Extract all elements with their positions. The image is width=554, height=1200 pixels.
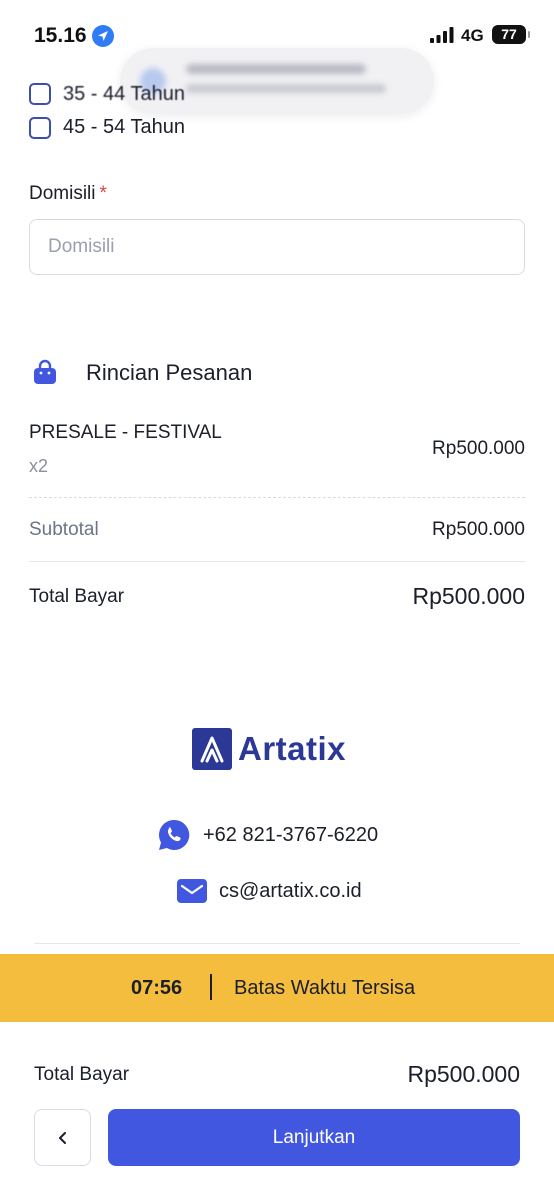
artatix-logo-icon	[192, 728, 232, 770]
signal-icon	[430, 27, 454, 43]
location-arrow-icon	[92, 25, 114, 47]
whatsapp-icon	[158, 819, 190, 850]
battery-icon: 77	[492, 25, 530, 44]
divider	[29, 497, 525, 498]
checkbox[interactable]	[29, 116, 51, 139]
notification-body	[186, 84, 386, 93]
bottom-total-label: Total Bayar	[34, 1064, 130, 1085]
order-item-price: Rp500.000	[432, 438, 525, 459]
total-label: Total Bayar	[29, 586, 125, 607]
checkbox[interactable]	[29, 83, 51, 105]
divider	[29, 561, 525, 562]
contact-phone-number: +62 821-3767-6220	[203, 823, 379, 846]
countdown-banner: 07:56 Batas Waktu Tersisa	[0, 954, 554, 1022]
mail-icon	[177, 879, 207, 903]
order-item-qty: x2	[29, 456, 49, 476]
network-label: 4G	[461, 26, 484, 45]
countdown-timer: 07:56	[131, 977, 183, 999]
notification-title	[186, 64, 366, 74]
bottom-total-value: Rp500.000	[407, 1061, 520, 1087]
age-option-label: 35 - 44 Tahun	[63, 82, 185, 105]
brand-name: Artatix	[238, 730, 347, 767]
domisili-label-text: Domisili	[29, 183, 96, 204]
chevron-left-icon	[58, 1131, 66, 1144]
contact-phone[interactable]: +62 821-3767-6220	[157, 818, 378, 852]
brand: Artatix	[192, 728, 346, 770]
contact-email[interactable]: cs@artatix.co.id	[177, 879, 362, 903]
total-value: Rp500.000	[412, 583, 525, 609]
subtotal-value: Rp500.000	[432, 519, 525, 540]
shopping-bag-icon	[34, 359, 56, 384]
domisili-label: Domisili *	[29, 183, 107, 205]
countdown-label: Batas Waktu Tersisa	[234, 977, 416, 999]
age-option-45-54[interactable]: 45 - 54 Tahun	[29, 116, 185, 139]
order-summary-title: Rincian Pesanan	[86, 360, 253, 385]
required-mark: *	[99, 183, 107, 204]
divider	[34, 943, 520, 944]
continue-button[interactable]: Lanjutkan	[108, 1109, 520, 1166]
age-option-label: 45 - 54 Tahun	[63, 116, 185, 138]
back-button[interactable]	[34, 1109, 91, 1166]
divider	[210, 974, 212, 1000]
domisili-input[interactable]	[29, 219, 525, 275]
contact-email-address: cs@artatix.co.id	[219, 879, 362, 902]
age-option-35-44[interactable]: 35 - 44 Tahun	[29, 82, 185, 106]
order-item-name: PRESALE - FESTIVAL	[29, 422, 222, 443]
status-time: 15.16	[34, 24, 87, 47]
subtotal-label: Subtotal	[29, 519, 99, 540]
